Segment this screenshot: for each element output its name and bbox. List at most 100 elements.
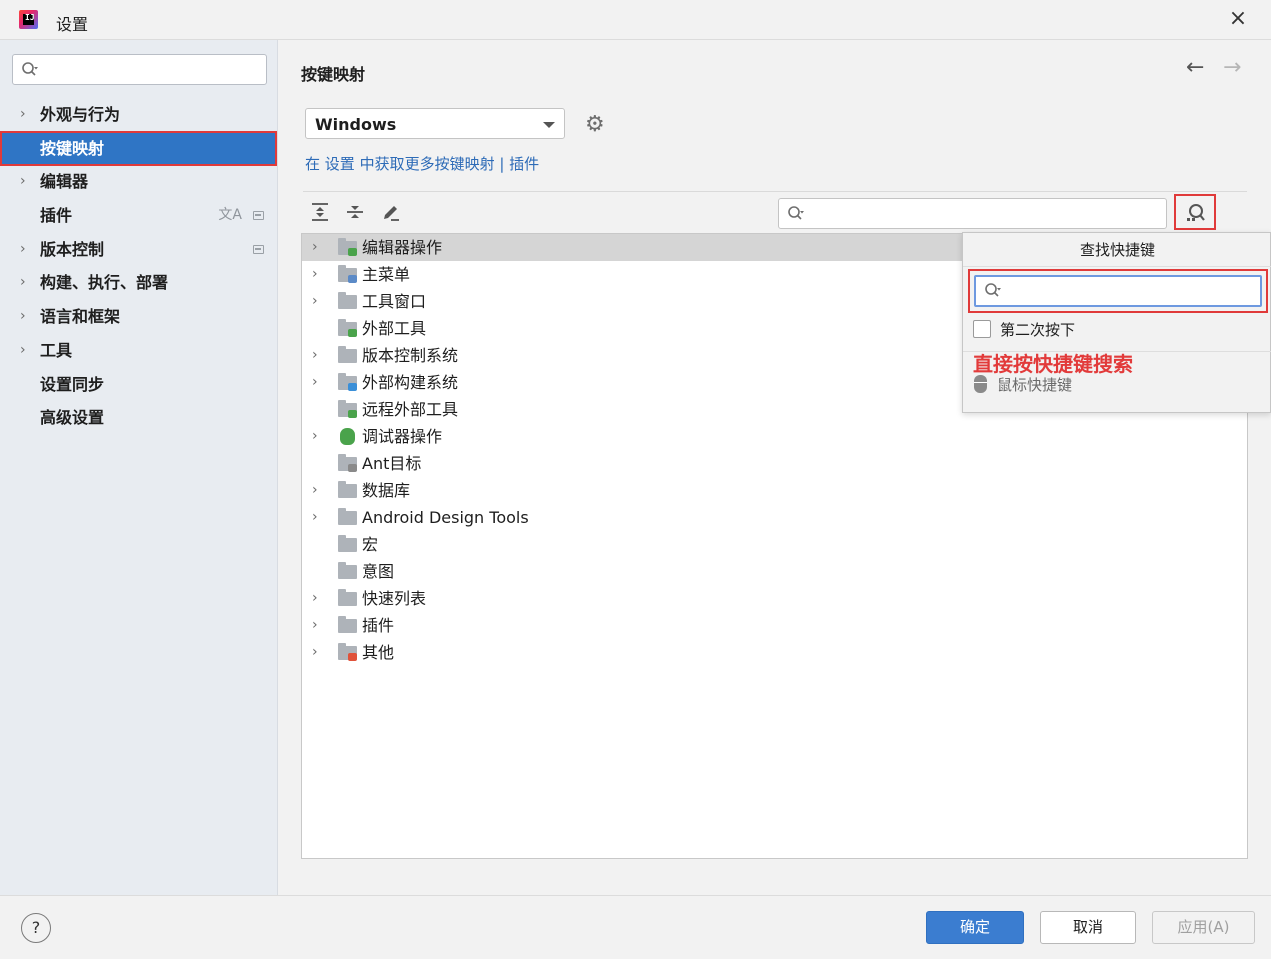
sidebar-item-label: 语言和框架 — [40, 307, 121, 327]
chevron-right-icon[interactable]: › — [312, 477, 318, 504]
sidebar-item[interactable]: › 构建、执行、部署 — [0, 266, 278, 300]
sidebar-item-label: 编辑器 — [40, 172, 89, 192]
chevron-right-icon[interactable]: › — [312, 369, 318, 396]
chevron-right-icon[interactable]: › — [312, 504, 318, 531]
tree-row[interactable]: 意图 — [302, 558, 1247, 585]
action-search-input[interactable] — [778, 198, 1167, 229]
chevron-right-icon[interactable]: › — [20, 233, 26, 267]
tree-row[interactable]: 宏 — [302, 531, 1247, 558]
chevron-right-icon[interactable]: › — [20, 266, 26, 300]
sidebar-item-label: 构建、执行、部署 — [40, 273, 169, 293]
chevron-right-icon[interactable]: › — [312, 585, 318, 612]
tree-row-label: 版本控制系统 — [362, 346, 459, 365]
tree-row[interactable]: › 插件 — [302, 612, 1247, 639]
plugins-link[interactable]: 插件 — [509, 155, 539, 173]
translate-icon: 文A — [218, 207, 242, 224]
ok-button[interactable]: 确定 — [926, 911, 1024, 944]
expand-all-icon[interactable] — [309, 202, 331, 224]
tree-row-label: 插件 — [362, 616, 395, 635]
tree-row-label: Ant目标 — [362, 454, 422, 473]
back-arrow-icon[interactable]: ← — [1186, 55, 1204, 80]
sidebar-item[interactable]: › 语言和框架 — [0, 300, 278, 334]
chevron-right-icon[interactable]: › — [312, 342, 318, 369]
tree-row-label: 宏 — [362, 535, 379, 554]
project-settings-icon — [253, 211, 264, 221]
chevron-right-icon[interactable]: › — [312, 612, 318, 639]
page-title: 按键映射 — [301, 65, 366, 84]
chevron-right-icon[interactable]: › — [20, 98, 26, 132]
tree-row-label: 外部构建系统 — [362, 373, 459, 392]
sidebar-item[interactable]: 设置同步 — [0, 368, 278, 402]
forward-arrow-icon[interactable]: → — [1223, 55, 1241, 80]
edit-pencil-icon[interactable] — [380, 202, 402, 224]
sidebar-item[interactable]: › 工具 — [0, 334, 278, 368]
close-button[interactable]: × — [1225, 8, 1251, 32]
chevron-right-icon[interactable]: › — [312, 639, 318, 666]
mouse-shortcut-label[interactable]: 鼠标快捷键 — [997, 374, 1072, 395]
tree-row-label: 编辑器操作 — [362, 238, 443, 257]
sidebar-item-label: 工具 — [40, 340, 73, 360]
keymap-select[interactable]: Windows — [305, 108, 565, 139]
second-stroke-checkbox[interactable] — [973, 320, 991, 338]
folder-badge-icon — [348, 383, 357, 391]
sidebar-item[interactable]: › 外观与行为 — [0, 98, 278, 132]
chevron-right-icon[interactable]: › — [312, 423, 318, 450]
search-icon — [788, 206, 804, 220]
chevron-right-icon[interactable]: › — [312, 234, 318, 261]
folder-badge-icon — [348, 275, 357, 283]
folder-icon — [338, 616, 357, 633]
folder-badge-icon — [348, 248, 357, 256]
dropdown-arrow-icon — [543, 122, 555, 128]
folder-icon — [338, 589, 357, 606]
collapse-all-icon[interactable] — [344, 202, 366, 224]
bug-icon — [340, 428, 355, 445]
divider — [303, 191, 1247, 192]
chevron-right-icon[interactable]: › — [20, 165, 26, 199]
tree-row[interactable]: Ant目标 — [302, 450, 1247, 477]
sidebar-item[interactable]: › 编辑器 — [0, 165, 278, 199]
sidebar-item-label: 插件 — [40, 206, 73, 226]
tree-row-label: 主菜单 — [362, 265, 411, 284]
highlight-box — [968, 269, 1268, 313]
folder-icon — [338, 508, 357, 525]
settings-link[interactable]: 设置 — [325, 155, 355, 173]
folder-icon — [338, 346, 357, 363]
sidebar-item[interactable]: › 版本控制 — [0, 233, 278, 267]
find-by-shortcut-button[interactable] — [1174, 194, 1216, 230]
chevron-right-icon[interactable]: › — [312, 288, 318, 315]
folder-badge-icon — [348, 653, 357, 661]
more-keymaps-text: 在 设置 中获取更多按键映射 | 插件 — [305, 153, 539, 174]
link-middle-text: 中获取更多按键映射 | — [354, 155, 510, 173]
sidebar-item[interactable]: 高级设置 — [0, 401, 278, 435]
sidebar-item-label: 高级设置 — [40, 408, 105, 428]
sidebar-item[interactable]: 按键映射 — [0, 130, 277, 167]
tree-row[interactable]: › 快速列表 — [302, 585, 1247, 612]
tree-row-label: 意图 — [362, 562, 395, 581]
tree-row[interactable]: › Android Design Tools — [302, 504, 1247, 531]
search-icon — [22, 62, 38, 76]
find-shortcut-popup: 查找快捷键 第二次按下 直接按快捷键搜索 鼠标快捷键 — [962, 232, 1271, 413]
project-settings-icon — [253, 244, 264, 254]
cancel-button[interactable]: 取消 — [1040, 911, 1136, 944]
shortcut-input[interactable] — [974, 275, 1262, 307]
sidebar-item[interactable]: 插件 文A — [0, 199, 278, 233]
tree-row[interactable]: › 其他 — [302, 639, 1247, 666]
gear-icon[interactable]: ⚙ — [585, 112, 605, 137]
sidebar-item-label: 版本控制 — [40, 239, 105, 259]
folder-badge-icon — [348, 464, 357, 472]
sidebar-search-input[interactable] — [12, 54, 267, 85]
search-icon — [985, 283, 1001, 297]
keymap-select-value: Windows — [315, 115, 397, 134]
tree-row[interactable]: › 调试器操作 — [302, 423, 1247, 450]
tree-row[interactable]: › 数据库 — [302, 477, 1247, 504]
help-button[interactable]: ? — [21, 913, 51, 943]
settings-sidebar: › 外观与行为 按键映射 › 编辑器 插件 文A › 版本控制 › 构建、执行、部署 › 语言和框架 › 工… — [0, 40, 278, 895]
apply-button[interactable]: 应用(A) — [1152, 911, 1255, 944]
mouse-icon[interactable] — [974, 375, 987, 393]
chevron-right-icon[interactable]: › — [20, 300, 26, 334]
chevron-right-icon[interactable]: › — [20, 334, 26, 368]
tree-row-label: 外部工具 — [362, 319, 427, 338]
chevron-right-icon[interactable]: › — [312, 261, 318, 288]
sidebar-item-label: 外观与行为 — [40, 105, 121, 124]
sidebar-nav: › 外观与行为 按键映射 › 编辑器 插件 文A › 版本控制 › 构建、执行、部署 › 语言和框架 › 工… — [0, 98, 278, 435]
